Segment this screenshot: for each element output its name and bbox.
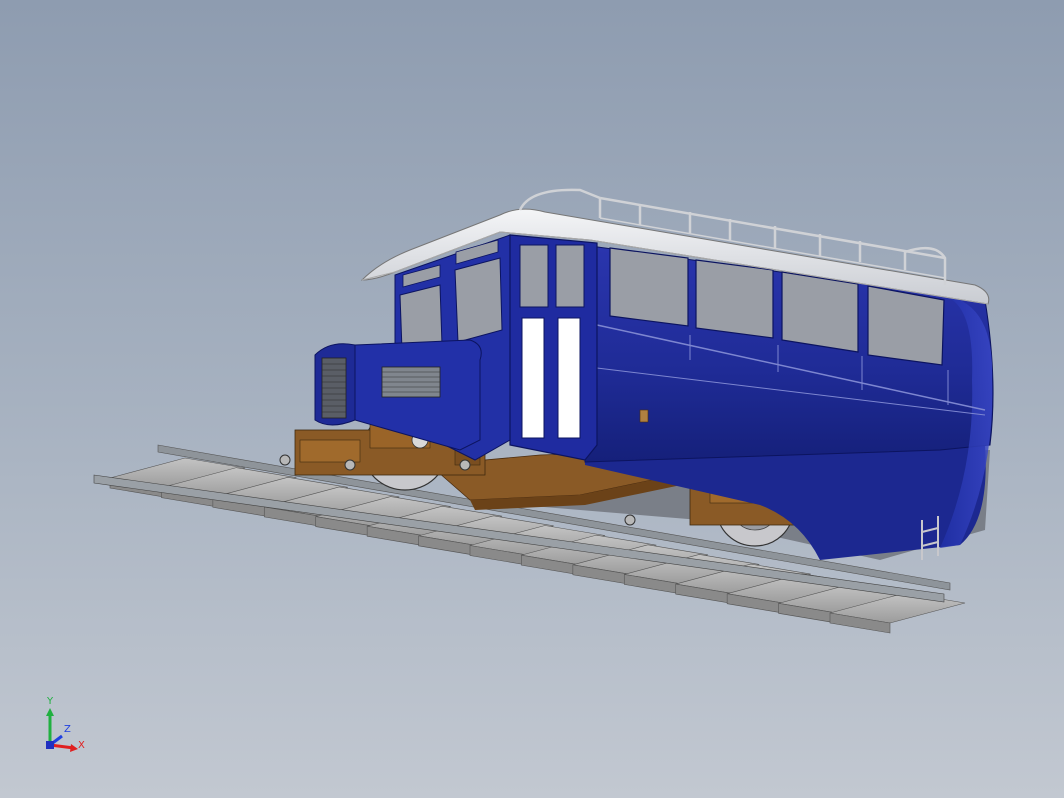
side-window-4 <box>867 285 945 366</box>
z-axis-label: Z <box>64 724 71 735</box>
railcar-3d-model[interactable] <box>0 0 1064 798</box>
x-axis-label: X <box>78 740 85 751</box>
side-window-3 <box>781 271 859 353</box>
side-window-2 <box>695 259 774 339</box>
side-window-1 <box>609 247 689 327</box>
coordinate-triad: Y Z X <box>40 696 90 760</box>
graphics-viewport[interactable]: Y Z X <box>0 0 1064 798</box>
cab-window-right <box>454 257 503 343</box>
door <box>509 234 598 461</box>
cab-window-left <box>399 284 443 351</box>
y-axis-label: Y <box>47 696 54 707</box>
